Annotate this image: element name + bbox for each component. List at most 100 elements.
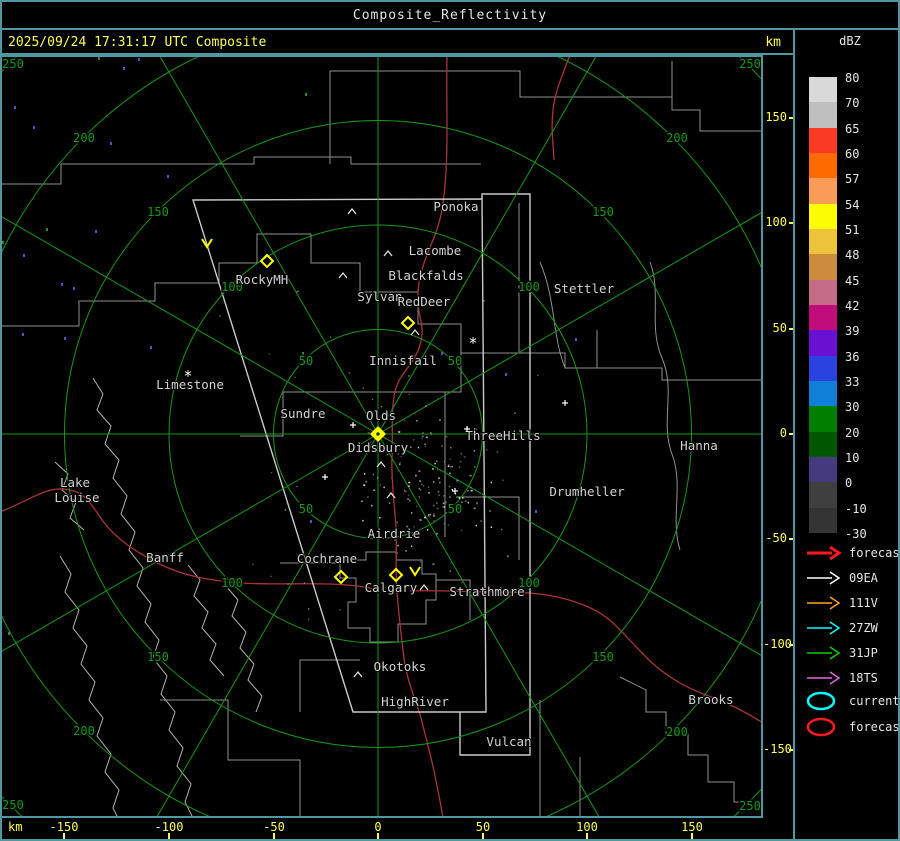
clutter-dot xyxy=(396,521,398,524)
clutter-dot xyxy=(496,451,499,453)
clutter-dot xyxy=(460,452,462,455)
county-boundary-line xyxy=(329,61,673,164)
radial-line xyxy=(377,433,600,816)
clutter-dot xyxy=(397,544,400,547)
range-label: 50 xyxy=(299,502,313,516)
county-boundary-line xyxy=(539,261,566,369)
clutter-dot xyxy=(448,485,451,488)
clutter-dot xyxy=(372,473,375,476)
clutter-dot xyxy=(449,465,452,468)
y-tick-label: 0 xyxy=(779,426,787,440)
clutter-dot xyxy=(428,515,430,518)
clutter-dot xyxy=(219,315,221,317)
clutter-dot xyxy=(431,468,434,470)
noise-speck xyxy=(22,333,24,336)
x-tick-label: 100 xyxy=(576,820,598,834)
clutter-dot xyxy=(296,291,298,293)
x-axis: km -150 -100 -50 0 50 100 150 xyxy=(0,818,795,841)
clutter-dot xyxy=(443,523,446,525)
clutter-echoes xyxy=(219,290,539,621)
clutter-dot xyxy=(464,500,467,502)
clutter-dot xyxy=(424,445,427,448)
clutter-dot xyxy=(443,460,446,463)
clutter-dot xyxy=(439,481,441,484)
clutter-dot xyxy=(348,372,351,374)
ellipse-outline xyxy=(806,691,836,711)
info-bar: 2025/09/24 17:31:17 UTC Composite km xyxy=(0,30,795,55)
y-axis-unit-label: km xyxy=(765,35,781,50)
aircraft-diamond-marker xyxy=(333,569,349,585)
clutter-dot xyxy=(371,504,373,507)
clutter-dot xyxy=(490,526,493,528)
legend-item: 31JP xyxy=(805,642,878,664)
clutter-dot xyxy=(433,513,435,515)
noise-speck xyxy=(575,338,577,341)
radar-site-center-dot xyxy=(376,432,380,436)
clutter-dot xyxy=(383,486,385,489)
range-label: 250 xyxy=(2,57,24,71)
clutter-dot xyxy=(339,609,341,611)
clutter-dot xyxy=(411,512,413,514)
frame-line xyxy=(0,53,795,55)
clutter-dot xyxy=(270,575,272,578)
clutter-dot xyxy=(437,490,440,493)
track-arrow-icon xyxy=(807,621,841,635)
clutter-dot xyxy=(432,515,435,517)
range-label: 250 xyxy=(739,57,761,71)
clutter-dot xyxy=(470,489,473,492)
highway-line xyxy=(551,57,570,161)
clutter-dot xyxy=(430,432,432,434)
clutter-dot xyxy=(500,528,503,531)
clutter-dot xyxy=(388,502,391,504)
chevron-marker xyxy=(409,566,421,577)
asterisk-marker: * xyxy=(468,334,477,352)
clutter-dot xyxy=(449,496,451,498)
clutter-dot xyxy=(442,502,445,505)
city-label: ThreeHills xyxy=(465,428,540,443)
radar-app-window: Composite_Reflectivity 2025/09/24 17:31:… xyxy=(0,0,900,841)
range-label: 50 xyxy=(448,354,462,368)
clutter-dot xyxy=(421,483,423,486)
noise-speck xyxy=(46,228,48,231)
noise-speck xyxy=(310,520,312,523)
clutter-dot xyxy=(408,485,410,487)
noise-speck xyxy=(61,283,63,286)
clutter-dot xyxy=(425,436,428,439)
range-label: 200 xyxy=(666,131,688,145)
ellipse-outline xyxy=(806,717,836,737)
track-arrow-icon xyxy=(807,671,841,685)
clutter-dot xyxy=(307,618,310,621)
legend-item: forecast xyxy=(805,542,900,564)
clutter-dot xyxy=(329,336,332,338)
clutter-dot xyxy=(456,479,459,482)
clutter-dot xyxy=(408,393,411,396)
clutter-dot xyxy=(485,449,488,451)
x-tick-label: 150 xyxy=(681,820,703,834)
county-boundary-line xyxy=(519,352,761,381)
caret-marker xyxy=(410,328,420,336)
legend-item-label: 27ZW xyxy=(849,621,878,635)
county-boundary-line xyxy=(160,699,301,816)
y-axis: 150 100 50 0 -50 -100 -150 xyxy=(763,55,795,818)
track-arrow-icon xyxy=(807,596,841,610)
clutter-dot xyxy=(377,477,379,479)
clutter-dot xyxy=(365,480,368,483)
county-boundary-line xyxy=(113,156,481,165)
city-label: Louise xyxy=(54,490,99,505)
clutter-dot xyxy=(427,486,430,489)
clutter-dot xyxy=(422,432,424,434)
city-label: Vulcan xyxy=(486,734,531,749)
clutter-dot xyxy=(429,513,432,516)
clutter-dot xyxy=(405,550,407,552)
clutter-dot xyxy=(467,501,469,504)
clutter-dot xyxy=(427,514,430,516)
clutter-dot xyxy=(438,477,440,480)
clutter-dot xyxy=(475,524,477,527)
y-tick-label: -150 xyxy=(763,742,792,756)
frame-line xyxy=(793,30,795,841)
clutter-dot xyxy=(296,485,298,488)
clutter-dot xyxy=(476,502,478,505)
caret-marker xyxy=(338,271,348,279)
noise-speck xyxy=(535,510,537,513)
caret-marker xyxy=(419,583,429,591)
